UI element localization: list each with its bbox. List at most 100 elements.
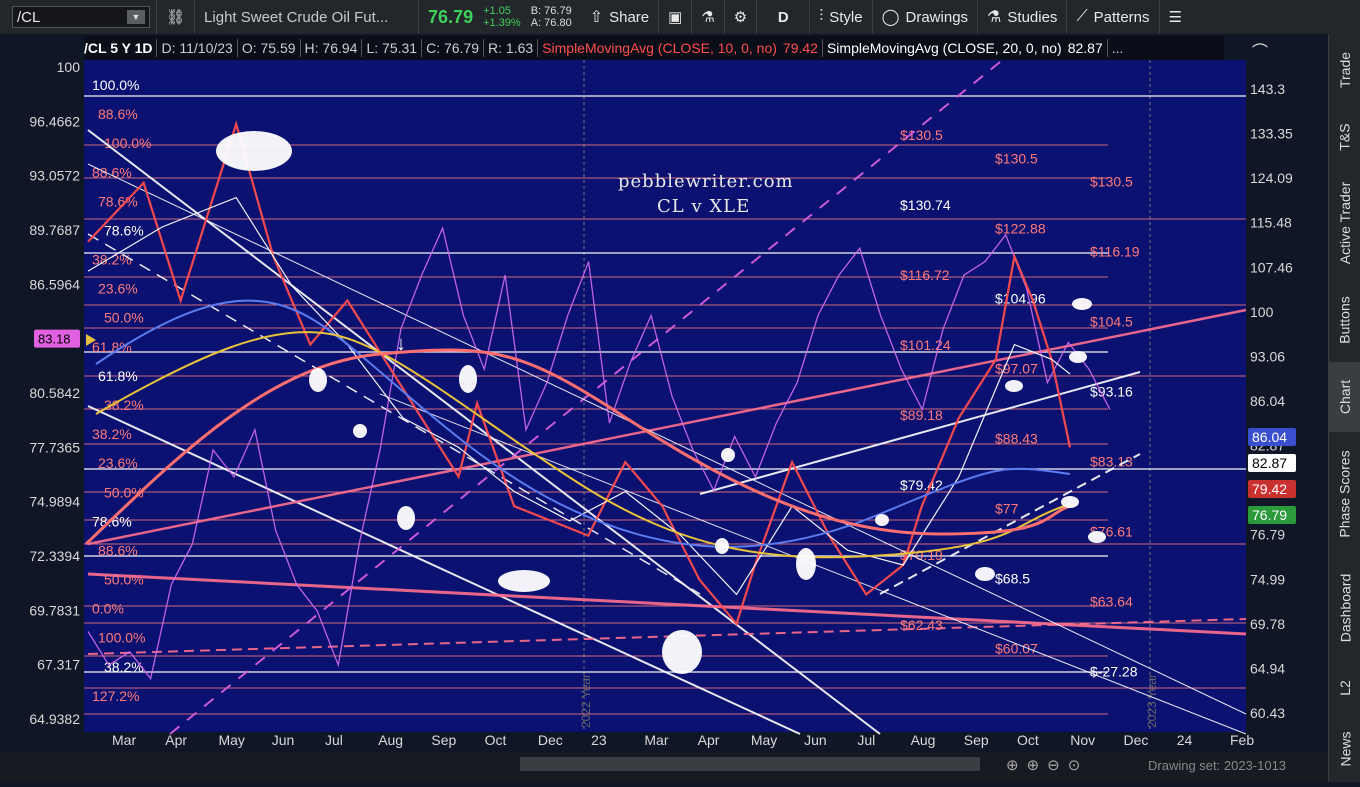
symbol-text: /CL xyxy=(17,8,41,26)
flask-button[interactable]: ⚗ xyxy=(692,0,725,34)
rail-tab-ts[interactable]: T&S xyxy=(1329,106,1360,168)
share-label: Share xyxy=(609,8,650,26)
left-axis-tick: 83.18 xyxy=(38,332,71,347)
sma20-label: SimpleMovingAvg (CLOSE, 20, 0, no) xyxy=(826,40,1062,56)
header-more[interactable]: ... xyxy=(1112,40,1124,56)
collapse-icon[interactable]: ⌒ xyxy=(1252,38,1268,62)
menu-button[interactable]: ☰ xyxy=(1160,0,1191,34)
chart-header: /CL 5 Y 1D D: 11/10/23 O: 75.59 H: 76.94… xyxy=(84,36,1224,60)
zoom-controls[interactable]: ⊕⊕⊖⊙ xyxy=(1006,756,1088,774)
x-axis-tick: Oct xyxy=(1017,732,1039,748)
style-button[interactable]: ⫶ Style xyxy=(810,0,873,34)
x-axis-tick: Dec xyxy=(538,732,563,748)
rail-tab-label: L2 xyxy=(1336,680,1353,696)
x-axis-tick: Jun xyxy=(272,732,295,748)
x-axis-tick: 23 xyxy=(591,732,607,748)
menu-icon: ☰ xyxy=(1168,9,1182,26)
price-level-label: $130.5 xyxy=(1090,174,1133,190)
price-level-label: $122.88 xyxy=(995,220,1046,236)
left-axis-tick: 86.5964 xyxy=(29,276,80,292)
fib-level-label: 0.0% xyxy=(92,601,124,617)
x-axis-tick: Apr xyxy=(165,732,187,748)
fib-level-label: 50.0% xyxy=(104,484,144,500)
marker-ellipse xyxy=(216,131,292,171)
symbol-input[interactable]: /CL ▼ xyxy=(12,6,150,28)
x-axis-tick: May xyxy=(218,732,244,748)
header-low: L: 75.31 xyxy=(366,40,418,56)
header-close: C: 76.79 xyxy=(426,40,480,56)
rail-tab-phase-scores[interactable]: Phase Scores xyxy=(1329,432,1360,556)
left-axis-tick: 74.9894 xyxy=(29,494,80,510)
zoom-in-icon[interactable]: ⊕ xyxy=(1027,757,1048,774)
drawings-button[interactable]: ◯ Drawings xyxy=(873,0,979,34)
right-axis-tick: 86.04 xyxy=(1250,393,1285,409)
drawings-label: Drawings xyxy=(905,8,969,26)
year-marker-label: 2023 Year xyxy=(1145,674,1159,728)
price-level-label: $88.43 xyxy=(995,430,1038,446)
watermark-site: pebblewriter.com xyxy=(618,171,794,192)
price-level-label: $93.16 xyxy=(1090,384,1133,400)
right-axis-badge-text: 76.79 xyxy=(1252,507,1287,523)
settings-button[interactable]: ⚙ xyxy=(725,0,758,34)
news-icon: ▣ xyxy=(668,9,683,26)
horizontal-scrollbar[interactable] xyxy=(520,757,980,771)
bid: B: 76.79 xyxy=(530,5,572,17)
right-axis-tick: 124.09 xyxy=(1250,170,1293,186)
price-level-label: $77 xyxy=(995,500,1019,516)
symbol-selector[interactable]: /CL ▼ xyxy=(0,0,157,34)
period-label: D xyxy=(777,8,789,26)
right-axis-tick: 143.3 xyxy=(1250,81,1285,97)
marker-ellipse xyxy=(721,448,735,462)
chevron-down-icon[interactable]: ▼ xyxy=(127,10,145,24)
zoom-out-icon[interactable]: ⊖ xyxy=(1047,757,1068,774)
left-axis-tick: 64.9382 xyxy=(29,711,80,727)
drawing-set-label: Drawing set: 2023-1013 xyxy=(1148,758,1287,773)
left-axis-tick: 67.317 xyxy=(37,657,80,673)
sma10-value: 79.42 xyxy=(782,40,818,56)
price-chart[interactable]: 100 96.4662 93.0572 89.7687 86.5964 83.18 80.5… xyxy=(0,34,1328,782)
marker-ellipse xyxy=(1088,531,1106,543)
sma20-value: 82.87 xyxy=(1067,40,1103,56)
x-axis-tick: Jun xyxy=(804,732,827,748)
right-axis-tick: 115.48 xyxy=(1250,215,1292,231)
rail-tab-label: Phase Scores xyxy=(1337,450,1354,538)
rail-tab-label: Dashboard xyxy=(1337,573,1353,643)
fib-level-label: 78.6% xyxy=(92,513,132,529)
share-button[interactable]: ⇧ Share xyxy=(581,0,660,34)
patterns-button[interactable]: ⟋ Patterns xyxy=(1067,0,1160,34)
fib-level-label: 61.8% xyxy=(98,368,138,384)
rail-tab-active-trader[interactable]: Active Trader xyxy=(1329,168,1360,278)
marker-ellipse xyxy=(1069,351,1087,363)
rail-tab-buttons[interactable]: Buttons xyxy=(1329,278,1360,362)
rail-tab-label: Trade xyxy=(1337,51,1353,89)
marker-ellipse xyxy=(397,506,415,530)
left-axis-tick: 93.0572 xyxy=(29,168,80,184)
period-button[interactable]: D xyxy=(757,0,811,34)
link-icon[interactable]: ⛓ xyxy=(166,8,185,26)
right-axis-badge-text: 82.87 xyxy=(1252,455,1287,471)
studies-button[interactable]: ⚗ Studies xyxy=(978,0,1068,34)
chart-area[interactable]: 100 96.4662 93.0572 89.7687 86.5964 83.18 80.5… xyxy=(0,34,1328,782)
left-axis-tick: 77.7365 xyxy=(29,439,80,455)
link-icon-wrap[interactable]: ⛓ xyxy=(157,0,196,34)
crosshair-icon[interactable]: ⊕ xyxy=(1006,757,1027,774)
left-axis-tick: 80.5842 xyxy=(29,385,80,401)
x-axis-tick: Jul xyxy=(325,732,343,748)
rail-tab-l2[interactable]: L2 xyxy=(1329,660,1360,716)
fib-level-label: 78.6% xyxy=(104,222,144,238)
x-axis-tick: Aug xyxy=(911,732,936,748)
year-marker-label: 2022 Year xyxy=(579,674,593,728)
price-level-label: $104.96 xyxy=(995,290,1046,306)
rail-tab-chart[interactable]: Chart xyxy=(1329,362,1360,432)
symbol-description: Light Sweet Crude Oil Fut... xyxy=(195,0,420,34)
fib-level-label: 23.6% xyxy=(98,455,138,471)
rail-tab-dashboard[interactable]: Dashboard xyxy=(1329,556,1360,660)
x-axis-tick: Mar xyxy=(112,732,136,748)
marker-ellipse xyxy=(459,365,477,393)
rail-tab-trade[interactable]: Trade xyxy=(1329,34,1360,106)
right-axis-tick: 93.06 xyxy=(1250,348,1285,364)
marker-ellipse xyxy=(975,567,995,581)
zoom-fit-icon[interactable]: ⊙ xyxy=(1068,757,1089,774)
rail-tab-news[interactable]: News xyxy=(1329,716,1360,782)
news-button[interactable]: ▣ xyxy=(659,0,693,34)
